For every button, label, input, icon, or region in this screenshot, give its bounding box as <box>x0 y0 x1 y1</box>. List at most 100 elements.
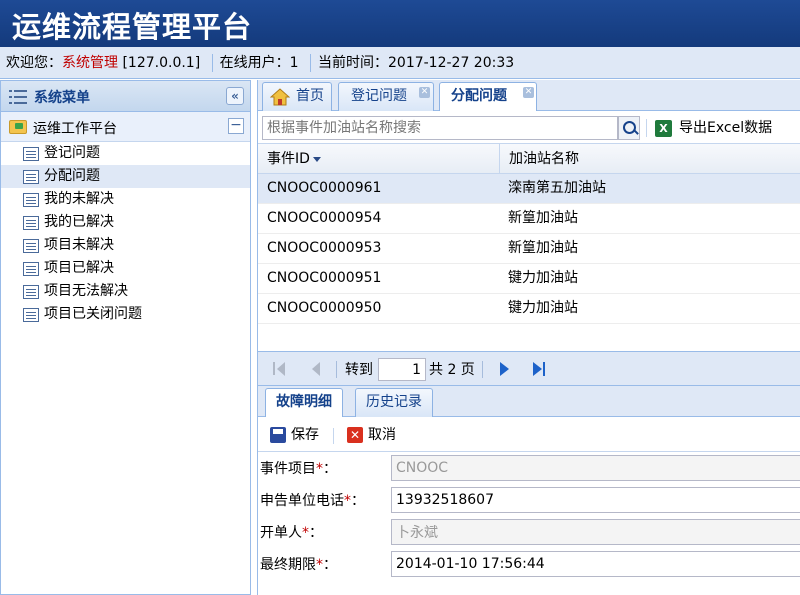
save-label: 保存 <box>291 427 319 443</box>
sidebar-item-label: 项目未解决 <box>44 237 114 253</box>
sidebar-item-label: 我的已解决 <box>44 214 114 230</box>
tab-register-issue[interactable]: 登记问题 ✕ <box>338 82 434 111</box>
save-button[interactable]: 保存 <box>270 423 319 447</box>
field-label: 开单人*： <box>260 525 323 541</box>
sidebar-item-label: 项目已关闭问题 <box>44 306 142 322</box>
next-page-icon[interactable] <box>498 361 512 377</box>
sidebar-item-project-unsolvable[interactable]: 项目无法解决 <box>1 280 250 303</box>
sidebar-item-my-resolved[interactable]: 我的已解决 <box>1 211 250 234</box>
pagination-bar: 转到 共 2 页 <box>258 352 800 386</box>
menu-item-icon <box>23 239 39 253</box>
welcome-label: 欢迎您： <box>6 55 62 71</box>
divider <box>646 119 647 137</box>
column-header-event-id[interactable]: 事件ID <box>258 144 500 174</box>
deadline-field[interactable] <box>391 551 800 577</box>
home-icon <box>270 88 290 106</box>
table-row[interactable]: CNOOC0000953 新篁加油站 <box>258 234 800 264</box>
menu-item-icon <box>23 285 39 299</box>
cell-station-name: 滦南第五加油站 <box>508 180 606 196</box>
status-info-bar: 欢迎您：系统管理 [127.0.0.1] 在线用户：1 当前时间：2017-12… <box>0 47 800 79</box>
tab-fault-detail[interactable]: 故障明细 <box>265 388 343 418</box>
cell-event-id: CNOOC0000953 <box>267 240 382 256</box>
sidebar-item-label: 我的未解决 <box>44 191 114 207</box>
sidebar-item-my-unresolved[interactable]: 我的未解决 <box>1 188 250 211</box>
sort-desc-icon <box>312 156 321 162</box>
cell-event-id: CNOOC0000951 <box>267 270 382 286</box>
close-icon[interactable]: ✕ <box>419 87 430 98</box>
sidebar-item-assign-issue[interactable]: 分配问题 <box>1 165 250 188</box>
required-mark: * <box>344 493 351 509</box>
last-page-icon[interactable] <box>533 361 547 377</box>
folder-icon <box>9 120 27 134</box>
page-number-input[interactable] <box>378 358 426 381</box>
cell-event-id: CNOOC0000961 <box>267 180 382 196</box>
cancel-icon: ✕ <box>347 427 363 443</box>
previous-page-icon[interactable] <box>310 361 324 377</box>
table-row[interactable]: CNOOC0000951 键力加油站 <box>258 264 800 294</box>
main-content: 首页 登记问题 ✕ 分配问题 ✕ X 导出Excel数据 事件ID 加油站名称 … <box>257 80 800 595</box>
cancel-button[interactable]: ✕ 取消 <box>347 423 396 447</box>
divider <box>333 428 334 444</box>
cell-station-name: 键力加油站 <box>508 270 578 286</box>
divider <box>482 361 483 378</box>
tab-home[interactable]: 首页 <box>262 82 332 111</box>
required-mark: * <box>316 557 323 573</box>
save-icon <box>270 427 286 443</box>
field-label: 申告单位电话*： <box>260 493 365 509</box>
required-mark: * <box>316 461 323 477</box>
search-icon[interactable] <box>618 116 640 140</box>
menu-item-icon <box>23 147 39 161</box>
cell-station-name: 新篁加油站 <box>508 210 578 226</box>
table-row[interactable]: CNOOC0000954 新篁加油站 <box>258 204 800 234</box>
search-input[interactable] <box>262 116 618 140</box>
export-excel-button[interactable]: X 导出Excel数据 <box>655 116 772 140</box>
divider <box>336 361 337 378</box>
field-label: 最终期限*： <box>260 557 337 573</box>
online-users-label: 在线用户： <box>219 55 290 71</box>
table-row[interactable]: CNOOC0000950 键力加油站 <box>258 294 800 324</box>
menu-item-icon <box>23 262 39 276</box>
cell-station-name: 新篁加油站 <box>508 240 578 256</box>
tab-assign-issue[interactable]: 分配问题 ✕ <box>439 82 537 112</box>
cell-event-id: CNOOC0000950 <box>267 300 382 316</box>
tab-history[interactable]: 历史记录 <box>355 388 433 417</box>
sidebar-item-register-issue[interactable]: 登记问题 <box>1 142 250 165</box>
table-row[interactable]: CNOOC0000961 滦南第五加油站 <box>258 174 800 204</box>
collapse-group-button[interactable]: − <box>228 118 244 134</box>
current-time-label: 当前时间： <box>318 55 388 71</box>
cancel-label: 取消 <box>368 427 396 443</box>
sidebar-group-header[interactable]: 运维工作平台 − <box>1 112 250 142</box>
sidebar-group-label: 运维工作平台 <box>33 121 117 137</box>
sidebar-item-project-resolved[interactable]: 项目已解决 <box>1 257 250 280</box>
close-icon[interactable]: ✕ <box>523 87 534 98</box>
detail-tab-strip: 故障明细 历史记录 <box>258 386 800 418</box>
sidebar-item-label: 项目已解决 <box>44 260 114 276</box>
sidebar-item-project-closed[interactable]: 项目已关闭问题 <box>1 303 250 326</box>
issuer-field <box>391 519 800 545</box>
collapse-sidebar-button[interactable]: « <box>226 87 244 105</box>
export-excel-label: 导出Excel数据 <box>679 120 773 136</box>
menu-item-icon <box>23 193 39 207</box>
unit-phone-field[interactable] <box>391 487 800 513</box>
tab-label: 分配问题 <box>451 88 507 104</box>
app-title: 运维流程管理平台 <box>12 10 253 44</box>
menu-item-icon <box>23 216 39 230</box>
form-row-unit-phone: 申告单位电话*： <box>258 484 800 516</box>
detail-toolbar: 保存 ✕ 取消 <box>258 417 800 452</box>
cell-station-name: 键力加油站 <box>508 300 578 316</box>
tab-label: 首页 <box>296 88 324 104</box>
first-page-icon[interactable] <box>273 361 287 377</box>
grid-toolbar: X 导出Excel数据 <box>258 111 800 144</box>
client-ip: [127.0.0.1] <box>122 55 201 71</box>
current-user: 系统管理 <box>62 55 118 71</box>
form-row-issuer: 开单人*： <box>258 516 800 548</box>
tab-strip: 首页 登记问题 ✕ 分配问题 ✕ <box>258 80 800 112</box>
online-users-count: 1 <box>289 55 299 71</box>
grid-header: 事件ID 加油站名称 <box>258 144 800 174</box>
sidebar-item-label: 项目无法解决 <box>44 283 128 299</box>
total-pages-label: 共 2 页 <box>429 362 475 378</box>
column-header-station-name[interactable]: 加油站名称 <box>500 144 800 174</box>
event-project-field <box>391 455 800 481</box>
sidebar-item-project-unresolved[interactable]: 项目未解决 <box>1 234 250 257</box>
sidebar-item-label: 分配问题 <box>44 168 100 184</box>
